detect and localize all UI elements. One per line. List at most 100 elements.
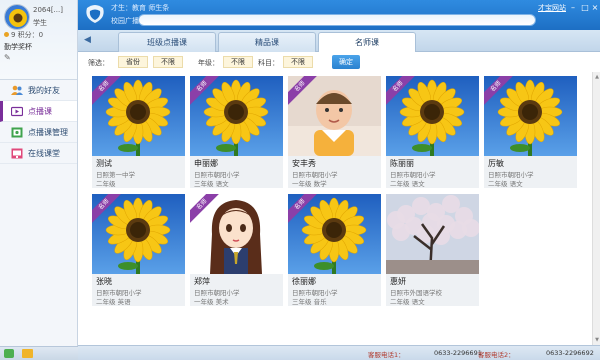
sidebar-item-vod-manage[interactable]: 点播课管理 [0,122,77,143]
site-title: 才生：教育 师生条 [111,4,170,12]
teacher-card[interactable]: 名师 安丰秀 日照市朝阳小学 一年级 数学 [288,76,381,188]
teacher-grade-subject: 三年级 音乐 [292,298,327,306]
friends-icon [10,85,23,96]
points-text: 9 积分：0 [11,31,44,39]
confirm-button[interactable]: 确定 [332,55,360,69]
famous-teacher-badge: 名师 [92,194,122,224]
badge-label: 名师 [288,194,318,224]
badge-label: 名师 [288,76,318,106]
teacher-grade-subject: 二年级 语文 [390,298,425,306]
avatar[interactable] [4,4,30,30]
user-profile: 2064[...] 学生 9 积分：0 勤学奖杯 ✎ [0,0,77,80]
famous-teacher-badge: 名师 [386,76,416,106]
sidebar-nav: 我的好友 点播课 点播课管理 在线课堂 [0,80,77,164]
teacher-name: 厉敏 [488,159,504,168]
sidebar-item-friends[interactable]: 我的好友 [0,80,77,101]
famous-teacher-badge: 名师 [92,76,122,106]
famous-teacher-badge: 名师 [288,76,318,106]
badge-label: 名师 [92,194,122,224]
teacher-card[interactable]: 名师 郑萍 日照市朝阳小学 一年级 美术 [190,194,283,306]
teacher-name: 测试 [96,159,112,168]
close-icon[interactable]: × [590,3,600,12]
teacher-name: 郑萍 [194,277,210,286]
teacher-grade-subject: 三年级 语文 [194,180,229,188]
status-bar: 客服电话1： 0633-2296691 客服电话2： 0633-2296692 [78,345,600,360]
region-unlimited-select[interactable]: 不限 [153,56,183,68]
coin-icon [4,32,9,37]
scroll-down-icon[interactable]: ▼ [594,337,600,343]
teacher-grade-subject: 二年级 英语 [96,298,131,306]
famous-teacher-badge: 名师 [190,194,220,224]
teacher-name: 张晓 [96,277,112,286]
minimize-icon[interactable]: – [568,3,578,12]
classroom-icon [10,148,23,159]
teacher-grade-subject: 二年级 语文 [488,180,523,188]
app-logo-icon [84,4,106,24]
badge-label: 名师 [386,76,416,106]
teacher-name: 徐丽娜 [292,277,316,286]
famous-teacher-badge: 名师 [288,194,318,224]
teacher-name: 陈丽丽 [390,159,414,168]
maximize-icon[interactable]: □ [580,3,590,12]
hotline2-label: 客服电话2： [478,351,515,359]
website-link[interactable]: 才宝网站 [538,3,566,13]
teacher-grid: 名师 测试 日照第一中学 二年级 名师 申丽娜 日照市朝阳小学 三年级 语文 名师 安丰秀 日照市朝… [78,72,592,345]
video-icon [10,106,23,117]
folder-icon[interactable] [22,349,33,358]
teacher-grade-subject: 二年级 [96,180,116,188]
chevron-left-icon[interactable]: ◀ [84,35,91,45]
filter-label: 筛选： [88,59,109,67]
filter-bar: 筛选： 省份 不限 年级： 不限 科目： 不限 确定 [78,52,600,72]
teacher-card[interactable]: 名师 陈丽丽 日照市朝阳小学 二年级 语文 [386,76,479,188]
sidebar: 2064[...] 学生 9 积分：0 勤学奖杯 ✎ 我的好友 点播课 点播课管… [0,0,78,360]
teacher-name: 申丽娜 [194,159,218,168]
sidebar-item-vod[interactable]: 点播课 [0,101,77,122]
user-badge-name: 勤学奖杯 [4,43,32,51]
message-icon[interactable] [4,349,14,358]
badge-label: 名师 [190,194,220,224]
sidebar-item-label: 点播课 [28,106,52,116]
sidebar-footer [0,346,78,360]
hotline1-number: 0633-2296691 [434,349,482,357]
famous-teacher-badge: 名师 [484,76,514,106]
teacher-card[interactable]: 名师 厉敏 日照市朝阳小学 二年级 语文 [484,76,577,188]
teacher-card[interactable]: 名师 张晓 日照市朝阳小学 二年级 英语 [92,194,185,306]
teacher-name: 安丰秀 [292,159,316,168]
region-select[interactable]: 省份 [118,56,148,68]
teacher-card[interactable]: 惠妍 日照市外国语学校 二年级 语文 [386,194,479,306]
user-stats: 9 积分：0 [4,30,43,40]
title-bar: 才生：教育 师生条 校园广播： 才宝网站 – □ × [78,0,600,30]
teacher-grade-subject: 一年级 数学 [292,180,327,188]
teacher-photo[interactable] [386,194,479,274]
badge-label: 名师 [484,76,514,106]
badge-label: 名师 [190,76,220,106]
grade-label: 年级： [198,59,219,67]
tab-class-vod[interactable]: 班级点播课 [118,32,216,52]
tab-quality-course[interactable]: 精品课 [218,32,316,52]
teacher-card[interactable]: 名师 徐丽娜 日照市朝阳小学 三年级 音乐 [288,194,381,306]
manage-icon [10,127,23,138]
sidebar-item-label: 在线课堂 [28,148,60,158]
edit-icon[interactable]: ✎ [4,53,11,62]
teacher-grade-subject: 一年级 美术 [194,298,229,306]
scroll-up-icon[interactable]: ▲ [594,74,600,80]
sidebar-item-label: 点播课管理 [28,127,68,137]
badge-label: 名师 [92,76,122,106]
sidebar-item-online-class[interactable]: 在线课堂 [0,143,77,164]
teacher-grade-subject: 二年级 语文 [390,180,425,188]
tab-famous-teacher[interactable]: 名师课 [318,32,416,53]
subject-select[interactable]: 不限 [283,56,313,68]
user-id: 2064[...] [33,6,63,14]
tab-bar: ◀ 班级点播课 精品课 名师课 [78,30,600,53]
hotline2-number: 0633-2296692 [546,349,594,357]
teacher-name: 惠妍 [390,277,406,286]
sidebar-item-label: 我的好友 [28,85,60,95]
teacher-card[interactable]: 名师 测试 日照第一中学 二年级 [92,76,185,188]
user-role: 学生 [33,19,47,27]
broadcast-bar[interactable] [138,14,536,26]
famous-teacher-badge: 名师 [190,76,220,106]
subject-label: 科目： [258,59,279,67]
grade-select[interactable]: 不限 [223,56,253,68]
teacher-card[interactable]: 名师 申丽娜 日照市朝阳小学 三年级 语文 [190,76,283,188]
vertical-scrollbar[interactable]: ▲ ▼ [592,72,600,345]
